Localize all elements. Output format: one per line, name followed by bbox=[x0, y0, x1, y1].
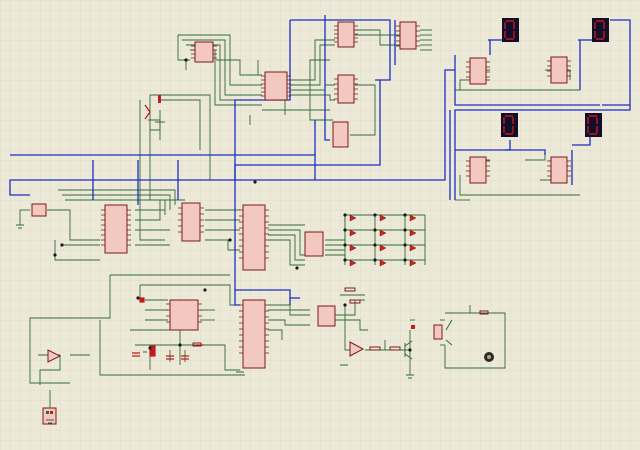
ic-display-driver-4[interactable] bbox=[550, 156, 568, 184]
ic-top-left-counter[interactable] bbox=[264, 71, 288, 101]
dc-motor[interactable] bbox=[484, 352, 494, 362]
ic-mid-small[interactable] bbox=[332, 121, 349, 148]
schematic-canvas[interactable] bbox=[0, 0, 640, 450]
ic-top-small[interactable] bbox=[194, 41, 214, 63]
ic-microcontroller-2[interactable] bbox=[242, 299, 266, 369]
display-4[interactable] bbox=[585, 113, 602, 137]
display-3[interactable] bbox=[501, 113, 518, 137]
ic-display-driver-3[interactable] bbox=[469, 156, 487, 184]
ic-display-driver-2[interactable] bbox=[550, 56, 568, 84]
ic-top-right[interactable] bbox=[399, 21, 417, 50]
ic-left-large[interactable] bbox=[104, 204, 128, 254]
schematic-drawing[interactable] bbox=[0, 0, 640, 450]
ic-bottom-left[interactable] bbox=[169, 299, 199, 331]
ic-top-center-a[interactable] bbox=[337, 21, 355, 48]
display-1[interactable] bbox=[502, 18, 519, 42]
ic-left-small[interactable] bbox=[31, 203, 47, 217]
ic-decoder[interactable] bbox=[304, 231, 324, 257]
ic-left-mid[interactable] bbox=[181, 202, 201, 242]
ic-bottom-driver[interactable] bbox=[317, 305, 336, 327]
display-2[interactable] bbox=[592, 18, 609, 42]
ic-display-driver-1[interactable] bbox=[469, 57, 487, 85]
temperature-sensor[interactable] bbox=[42, 407, 57, 425]
ic-top-center-b[interactable] bbox=[337, 74, 355, 104]
ic-microcontroller-1[interactable] bbox=[242, 204, 266, 271]
